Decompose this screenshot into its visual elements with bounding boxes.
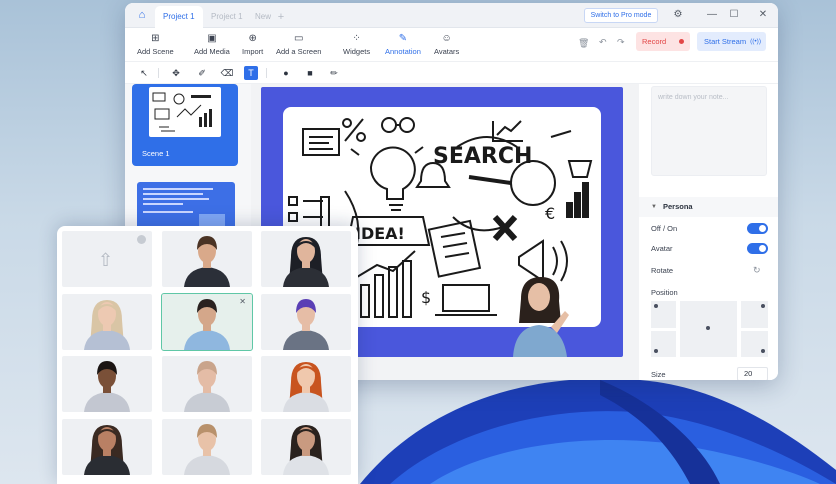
text-tool-icon[interactable]: T — [244, 66, 258, 80]
avatars-button[interactable]: ☺ Avatars — [434, 32, 459, 58]
add-screen-button[interactable]: ▭ Add a Screen — [276, 32, 321, 58]
avatars-icon: ☺ — [441, 33, 452, 44]
upload-icon: ⇧ — [98, 250, 114, 270]
add-tab-icon[interactable]: + — [273, 6, 289, 28]
minimize-icon[interactable]: — — [705, 7, 719, 23]
annotation-button[interactable]: ✎ Annotation — [385, 32, 421, 58]
tab-project-1-secondary[interactable]: Project 1 — [203, 6, 251, 28]
redo-icon[interactable]: ↷ — [617, 37, 625, 48]
whiteboard-search-text: SEARCH — [433, 144, 532, 169]
highlighter-icon[interactable]: ✐ — [195, 66, 209, 80]
square-icon[interactable]: ■ — [303, 66, 317, 80]
avatar-label: Avatar — [651, 244, 673, 253]
note-input[interactable]: write down your note... — [651, 86, 767, 176]
switch-pro-mode-button[interactable]: Switch to Pro mode — [584, 8, 658, 23]
pen-icon[interactable]: ✏ — [327, 66, 341, 80]
avatar-portrait — [84, 361, 130, 412]
broadcast-icon: ((•)) — [750, 38, 761, 45]
circle-icon[interactable]: ● — [279, 66, 293, 80]
home-icon[interactable]: ⌂ — [133, 6, 151, 24]
position-label: Position — [651, 288, 678, 297]
size-input[interactable]: 20 — [737, 367, 768, 380]
whiteboard-idea-text: IDEA! — [355, 224, 405, 243]
avatar-portrait — [283, 425, 329, 475]
eraser-icon[interactable]: ⌫ — [220, 66, 234, 80]
close-icon[interactable]: ✕ — [756, 7, 770, 23]
widgets-icon: ⁘ — [352, 33, 361, 44]
avatar-option[interactable]: ✕ — [161, 293, 253, 351]
avatar-option[interactable] — [162, 419, 252, 475]
avatar-portrait — [184, 361, 230, 412]
avatar-portrait — [84, 425, 130, 475]
persona-section-header[interactable]: ▼ Persona — [639, 197, 778, 217]
maximize-icon[interactable]: ☐ — [727, 7, 741, 23]
avatar-option[interactable] — [261, 356, 351, 412]
persona-toggle[interactable] — [747, 223, 768, 234]
record-button[interactable]: Record — [636, 32, 690, 51]
add-scene-button[interactable]: ⊞ Add Scene — [137, 32, 174, 58]
title-bar: ⌂ Project 1 Project 1 New + Switch to Pr… — [125, 3, 778, 28]
screen-icon: ▭ — [294, 33, 304, 44]
avatar-option[interactable] — [162, 356, 252, 412]
avatar-portrait — [283, 362, 329, 412]
properties-panel: write down your note... ▼ Persona Off / … — [639, 84, 778, 380]
add-media-button[interactable]: ▣ Add Media — [194, 32, 230, 58]
close-icon[interactable]: ✕ — [239, 297, 246, 306]
record-dot-icon — [679, 39, 684, 44]
avatar-picker: ⇧ ✕ — [57, 226, 358, 484]
upload-avatar-button[interactable]: ⇧ — [62, 231, 152, 287]
annotation-toolbar: ↖ ✥ ✐ ⌫ T ● ■ ✏ — [125, 62, 778, 84]
avatar-option[interactable] — [62, 419, 152, 475]
avatar-portrait — [283, 237, 329, 287]
canvas-avatar[interactable] — [503, 275, 573, 357]
rotate-label: Rotate — [651, 266, 674, 275]
stamp-icon[interactable]: ✥ — [169, 66, 183, 80]
image-icon: ▣ — [207, 33, 217, 44]
plus-square-icon: ⊞ — [151, 33, 160, 44]
chevron-down-icon: ▼ — [651, 204, 657, 210]
divider — [266, 68, 267, 78]
off-on-label: Off / On — [651, 224, 678, 233]
avatar-portrait — [84, 300, 130, 350]
settings-icon[interactable]: ⚙ — [671, 7, 685, 23]
avatar-option[interactable] — [62, 356, 152, 412]
info-icon[interactable] — [137, 235, 146, 244]
svg-text:€: € — [545, 204, 555, 223]
svg-text:$: $ — [421, 288, 431, 307]
import-icon: ⊕ — [248, 33, 257, 44]
rotate-icon[interactable]: ↻ — [753, 265, 761, 276]
avatar-option[interactable] — [261, 419, 351, 475]
avatar-option[interactable] — [261, 231, 351, 287]
avatar-option[interactable] — [261, 294, 351, 350]
avatar-option[interactable] — [162, 231, 252, 287]
size-label: Size — [651, 370, 666, 379]
avatar-portrait — [184, 236, 230, 287]
avatar-option[interactable] — [62, 294, 152, 350]
scene-thumbnail — [149, 87, 221, 137]
avatar-portrait — [184, 424, 230, 475]
start-stream-button[interactable]: Start Stream ((•)) — [697, 32, 766, 51]
trash-icon[interactable]: 🗑 — [578, 38, 589, 49]
avatar-portrait — [283, 299, 329, 350]
undo-icon[interactable]: ↶ — [599, 37, 607, 48]
pointer-icon[interactable]: ↖ — [137, 66, 151, 80]
import-button[interactable]: ⊕ Import — [242, 32, 263, 58]
widgets-button[interactable]: ⁘ Widgets — [343, 32, 370, 58]
divider — [158, 68, 159, 78]
scene-card[interactable]: Scene 1 — [132, 84, 238, 166]
annotation-icon: ✎ — [398, 33, 408, 44]
position-grid[interactable] — [651, 301, 768, 357]
avatar-toggle[interactable] — [747, 243, 768, 254]
scene-label: Scene 1 — [142, 149, 170, 158]
tab-project-1[interactable]: Project 1 — [155, 6, 203, 28]
